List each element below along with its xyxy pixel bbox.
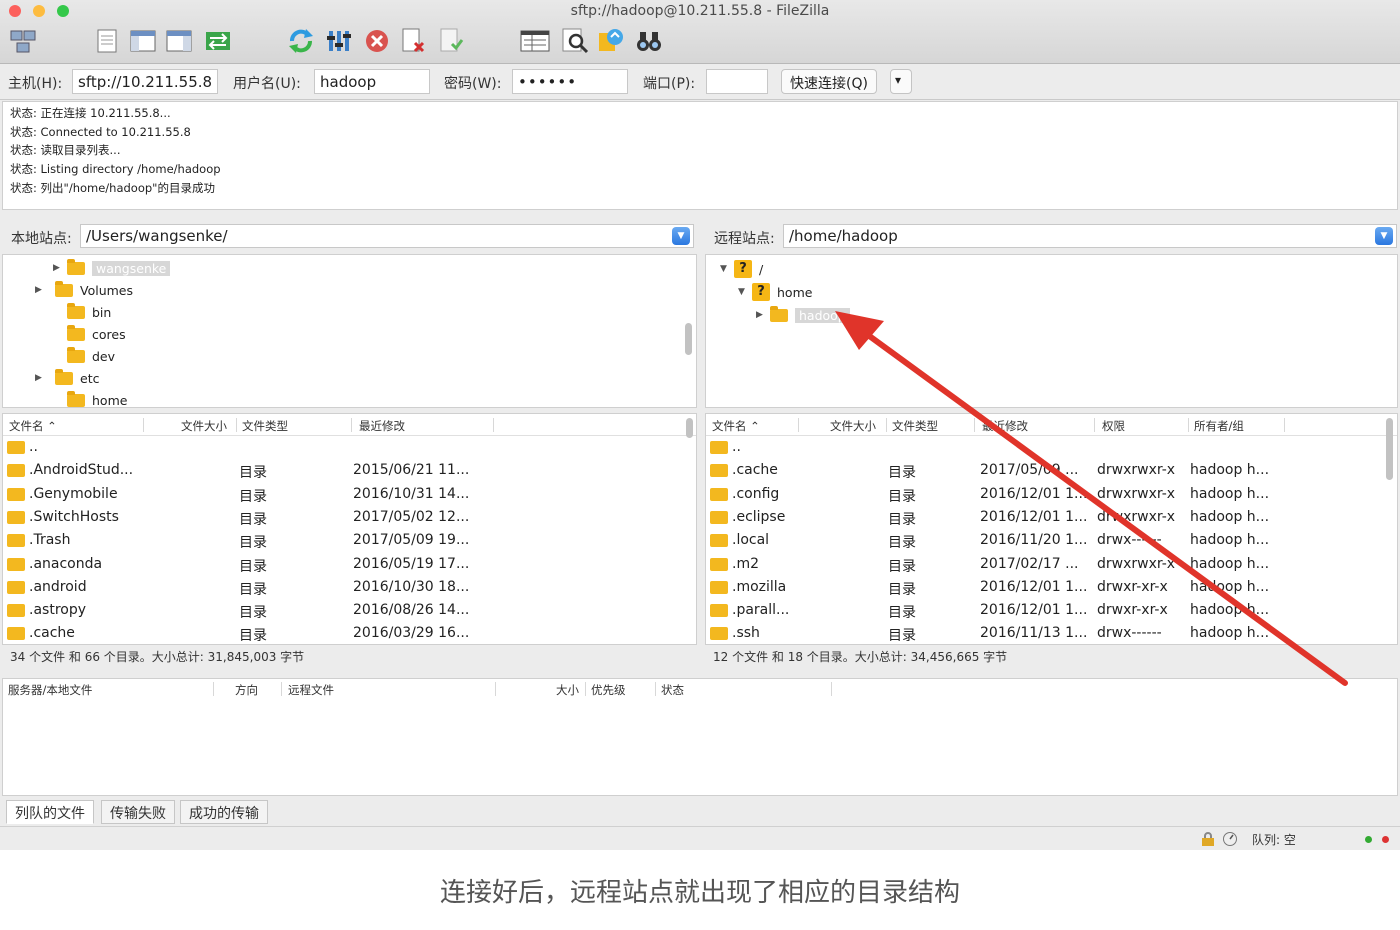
filezilla-window: sftp://hadoop@10.211.55.8 - FileZilla 主机… [0,0,1400,850]
caption: 连接好后，远程站点就出现了相应的目录结构 [439,878,960,908]
annotation-arrow [835,311,1348,686]
